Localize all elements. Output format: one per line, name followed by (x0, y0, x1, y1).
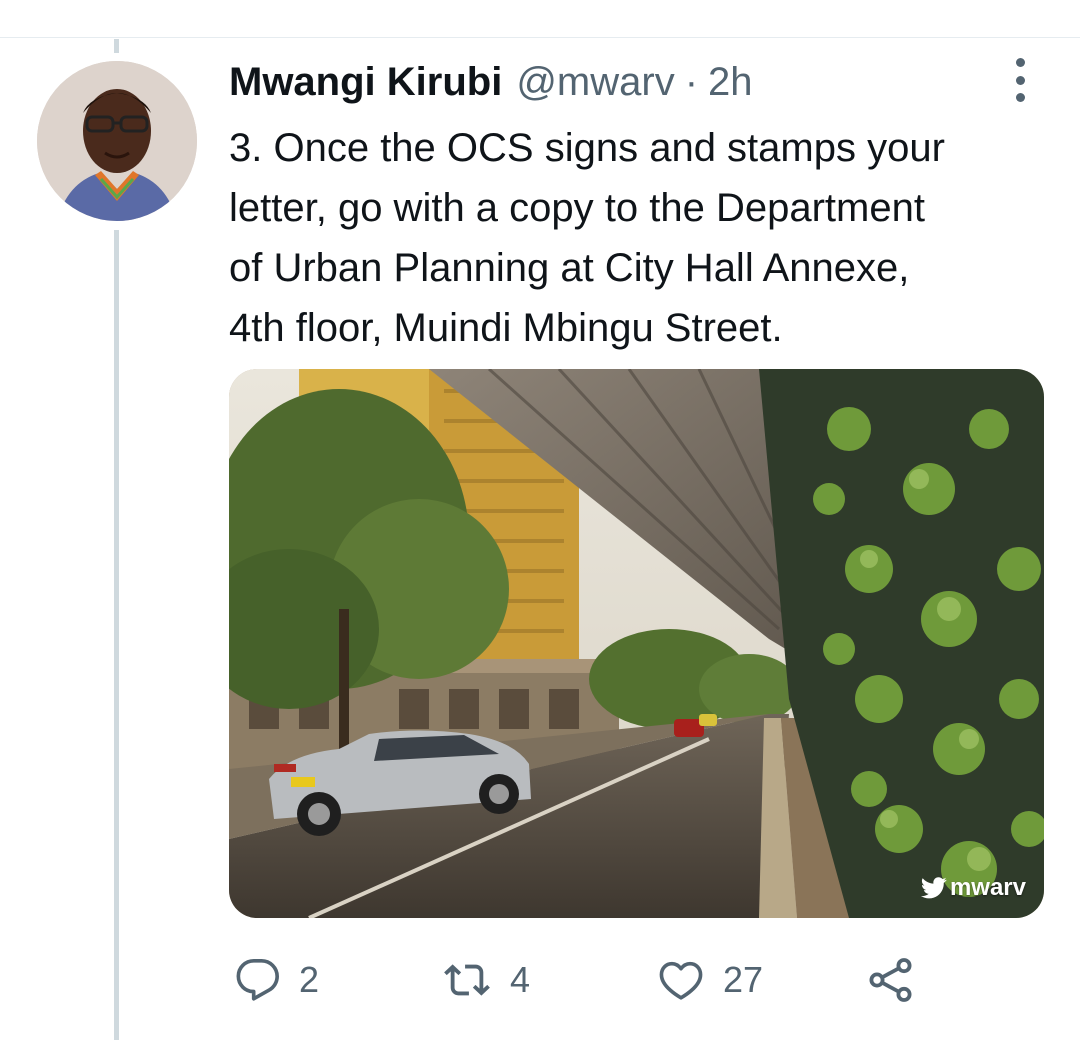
tweet-actions: 2 4 27 (229, 950, 949, 1010)
tweet-text-line: 4th floor, Muindi Mbingu Street. (229, 306, 783, 350)
avatar[interactable] (37, 61, 197, 221)
street-photo (229, 369, 1044, 918)
thread-line-top (114, 39, 119, 53)
tweet-text-line: 3. Once the OCS signs and stamps your (229, 126, 945, 170)
thread-line (114, 230, 119, 1040)
separator-dot: · (684, 60, 699, 104)
tweet-media-photo[interactable]: mwarv (229, 369, 1044, 918)
twitter-bird-icon (920, 877, 947, 899)
like-count: 27 (723, 959, 764, 1000)
share-button[interactable] (867, 950, 915, 1010)
author-handle[interactable]: @mwarv (516, 60, 674, 105)
watermark-text: mwarv (949, 874, 1026, 901)
reply-icon (235, 957, 281, 1003)
media-watermark: mwarv (920, 874, 1026, 902)
retweet-button[interactable]: 4 (442, 950, 530, 1010)
tweet-text: 3. Once the OCS signs and stamps your le… (229, 118, 1049, 358)
tweet-time[interactable]: 2h (708, 60, 753, 105)
tweet-header: Mwangi Kirubi @mwarv · 2h (229, 60, 753, 108)
like-button[interactable]: 27 (657, 950, 763, 1010)
avatar-image (37, 61, 197, 221)
share-icon (867, 956, 915, 1004)
tweet-text-line: letter, go with a copy to the Department (229, 186, 925, 230)
author-name[interactable]: Mwangi Kirubi (229, 60, 502, 105)
tweet-text-line: of Urban Planning at City Hall Annexe, (229, 246, 910, 290)
top-divider (0, 37, 1080, 38)
retweet-count: 4 (510, 959, 531, 1000)
more-options-icon[interactable] (1006, 58, 1034, 102)
reply-button[interactable]: 2 (235, 950, 319, 1010)
retweet-icon (442, 957, 492, 1003)
heart-icon (657, 957, 705, 1003)
reply-count: 2 (299, 959, 320, 1000)
